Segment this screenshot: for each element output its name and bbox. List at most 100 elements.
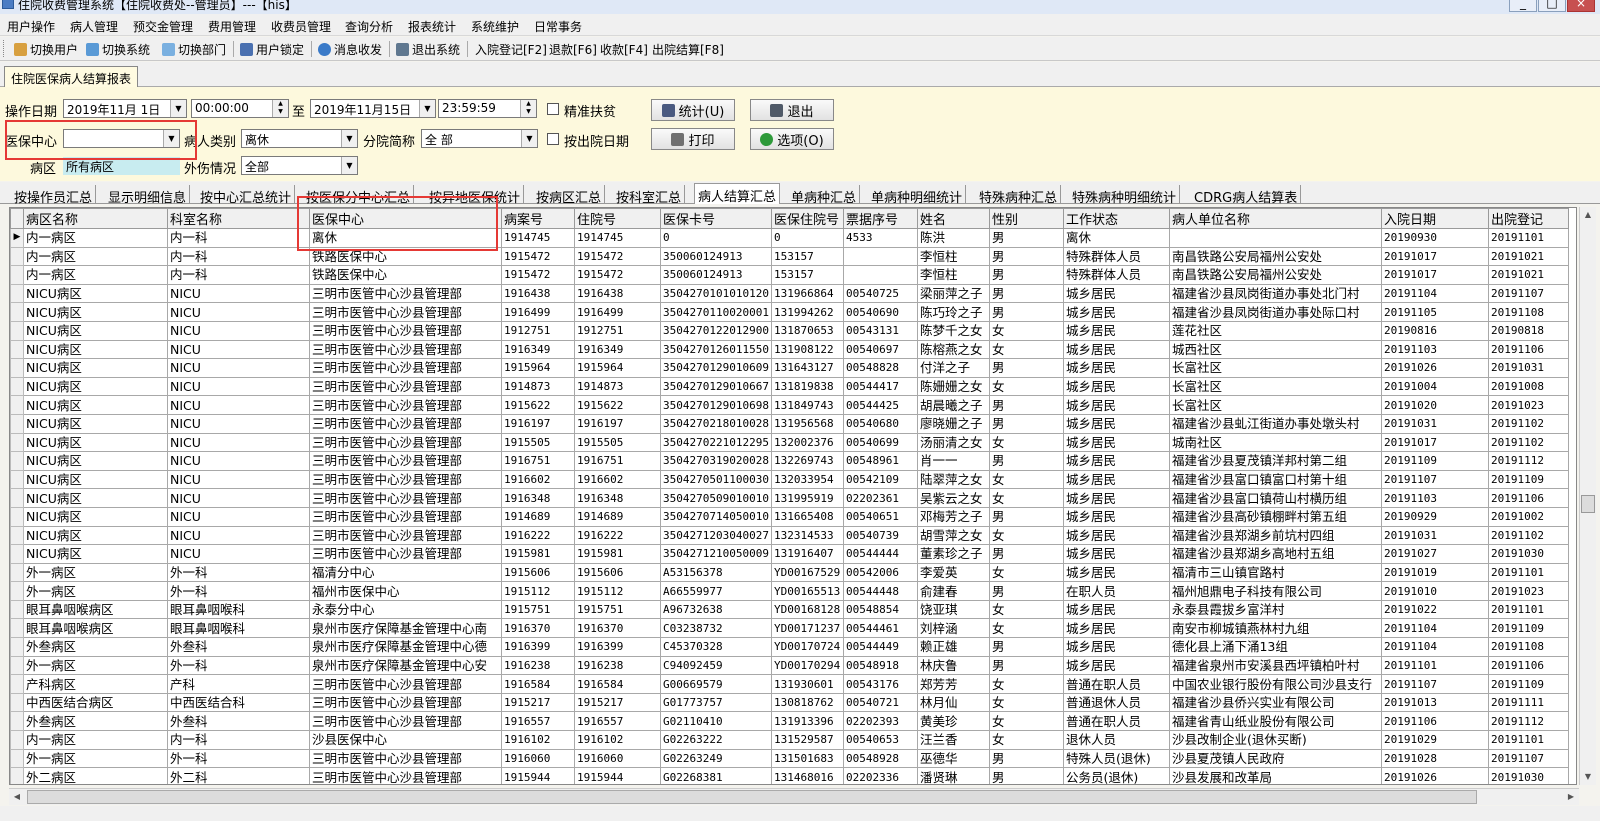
table-cell[interactable]: 1914873 <box>574 376 661 397</box>
table-cell[interactable]: 00548928 <box>842 748 918 769</box>
table-cell[interactable]: 20191101 <box>1487 599 1569 620</box>
table-cell[interactable]: 外叁病区 <box>23 637 168 657</box>
switch-user-button[interactable]: 切换用户 <box>14 41 78 58</box>
table-cell[interactable]: 1915964 <box>501 358 575 378</box>
table-cell[interactable]: 外一病区 <box>23 581 168 601</box>
table-cell[interactable]: 20191108 <box>1487 302 1569 322</box>
table-cell[interactable]: 铁路医保中心 <box>309 265 502 285</box>
table-cell[interactable]: 长富社区 <box>1168 395 1382 415</box>
table-cell[interactable]: 20191010 <box>1380 581 1489 601</box>
table-cell[interactable]: 外一病区 <box>23 655 168 676</box>
table-cell[interactable]: 132033954 <box>770 469 844 490</box>
table-cell[interactable]: 1916370 <box>574 618 661 639</box>
table-cell[interactable]: 城乡居民 <box>1062 339 1170 360</box>
table-cell[interactable]: 1915606 <box>501 562 575 583</box>
subtab-patient-settlement[interactable]: 病人结算汇总 <box>694 183 781 205</box>
table-cell[interactable]: 陈洪 <box>916 228 990 248</box>
table-row[interactable]: 产科病区 产科 三明市医管中心沙县管理部 1916584 1916584 G0066957… <box>10 674 1569 694</box>
table-cell[interactable]: 1915981 <box>501 544 575 564</box>
table-row[interactable]: NICU病区 NICU 三明市医管中心沙县管理部 1912751 1912751 3504… <box>10 320 1569 341</box>
table-cell[interactable]: 永泰县霞拔乡富洋村 <box>1168 599 1382 620</box>
table-cell[interactable]: NICU <box>167 376 310 397</box>
table-row[interactable]: 内一病区 内一科 铁路医保中心 1915472 1915472 350060124913 1… <box>10 246 1569 267</box>
table-cell[interactable]: 20191112 <box>1487 451 1569 471</box>
table-cell[interactable]: 男 <box>988 246 1064 267</box>
table-row[interactable]: NICU病区 NICU 三明市医管中心沙县管理部 1916438 1916438 3504… <box>10 283 1569 304</box>
table-cell[interactable]: 3504270221012295 <box>660 432 772 453</box>
table-cell[interactable]: NICU <box>167 358 310 378</box>
table-cell[interactable]: 1916438 <box>574 283 661 304</box>
table-cell[interactable]: G02268381 <box>660 767 772 784</box>
table-row[interactable]: NICU病区 NICU 三明市医管中心沙县管理部 1916499 1916499 3504… <box>10 302 1569 322</box>
table-cell[interactable]: 20190818 <box>1487 320 1569 341</box>
table-cell[interactable]: 内一科 <box>167 730 310 750</box>
chevron-down-icon[interactable]: ▼ <box>163 130 179 147</box>
table-row[interactable]: NICU病区 NICU 三明市医管中心沙县管理部 1915505 1915505 3504… <box>10 432 1569 453</box>
table-row[interactable]: 外一病区 外一科 福清分中心 1915606 1915606 A53156378 YD001… <box>10 562 1569 583</box>
table-cell[interactable]: 沙县改制企业(退休买断) <box>1168 730 1382 750</box>
table-cell[interactable]: 00540725 <box>842 283 918 304</box>
table-cell[interactable]: NICU <box>167 525 310 546</box>
table-cell[interactable]: 1916060 <box>501 748 575 769</box>
table-cell[interactable]: 20191031 <box>1380 413 1489 434</box>
table-row[interactable]: NICU病区 NICU 三明市医管中心沙县管理部 1914873 1914873 3504… <box>10 376 1569 397</box>
table-cell[interactable]: 福州市医保中心 <box>309 581 502 601</box>
column-header[interactable]: 医保卡号 <box>660 208 772 229</box>
table-cell[interactable]: 男 <box>988 506 1064 527</box>
table-cell[interactable]: 20191104 <box>1380 283 1489 304</box>
table-cell[interactable]: 1916222 <box>501 525 575 546</box>
table-cell[interactable]: 城乡居民 <box>1062 376 1170 397</box>
table-cell[interactable]: NICU <box>167 544 310 564</box>
table-cell[interactable]: 廖晓姗之子 <box>916 413 990 434</box>
table-cell[interactable]: 1915472 <box>574 246 661 267</box>
table-cell[interactable]: NICU病区 <box>23 358 168 378</box>
table-cell[interactable]: 福建省青山纸业股份有限公司 <box>1168 711 1382 732</box>
table-cell[interactable]: 男 <box>988 413 1064 434</box>
table-cell[interactable]: 离休 <box>1062 228 1170 248</box>
table-cell[interactable]: 男 <box>988 767 1064 784</box>
options-button[interactable]: 选项(O) <box>750 128 834 150</box>
table-cell[interactable]: 131501683 <box>770 748 844 769</box>
column-header[interactable]: 票据序号 <box>842 208 918 229</box>
table-cell[interactable]: 南昌铁路公安局福州公安处 <box>1168 265 1382 285</box>
table-cell[interactable]: 20191106 <box>1487 655 1569 676</box>
discharge-settle-button[interactable]: 出院结算[F8] <box>652 41 724 58</box>
table-cell[interactable]: 1915606 <box>574 562 661 583</box>
table-cell[interactable]: 梁丽萍之子 <box>916 283 990 304</box>
time-to-input[interactable]: 23:59:59 ▲ ▼ <box>438 99 537 118</box>
table-cell[interactable]: 20191112 <box>1487 711 1569 732</box>
table-cell[interactable]: 永泰分中心 <box>309 599 502 620</box>
table-cell[interactable]: 20191102 <box>1487 413 1569 434</box>
scroll-down-icon[interactable]: ▼ <box>1580 769 1596 785</box>
table-cell[interactable]: 福建省沙县郑湖乡高地村五组 <box>1168 544 1382 564</box>
table-cell[interactable]: 城乡居民 <box>1062 618 1170 639</box>
table-cell[interactable]: 陈巧玲之子 <box>916 302 990 322</box>
maximize-button[interactable]: □ <box>1538 0 1566 12</box>
table-cell[interactable]: 陈姗姗之女 <box>916 376 990 397</box>
table-cell[interactable]: YD00167529 <box>770 562 844 583</box>
table-cell[interactable]: 福建省沙县夏茂镇洋邦村第二组 <box>1168 451 1382 471</box>
table-cell[interactable]: 陆翠萍之女 <box>916 469 990 490</box>
table-cell[interactable]: NICU <box>167 302 310 322</box>
table-cell[interactable]: 1915472 <box>501 246 575 267</box>
menu-patient[interactable]: 病人管理 <box>70 18 118 35</box>
tab-settlement-report[interactable]: 住院医保病人结算报表 <box>4 66 139 87</box>
table-row[interactable]: 眼耳鼻咽喉病区 眼耳鼻咽喉科 永泰分中心 1915751 1915751 A9673263… <box>10 599 1569 620</box>
table-cell[interactable]: 1916499 <box>574 302 661 322</box>
table-cell[interactable]: 城乡居民 <box>1062 544 1170 564</box>
table-cell[interactable]: 1916060 <box>574 748 661 769</box>
table-cell[interactable]: 1916102 <box>574 730 661 750</box>
table-cell[interactable] <box>842 265 918 285</box>
table-cell[interactable]: NICU <box>167 451 310 471</box>
subtab-remote[interactable]: 按异地医保统计 <box>426 185 525 206</box>
table-cell[interactable]: 潘贤琳 <box>916 767 990 784</box>
table-cell[interactable]: G02263222 <box>660 730 772 750</box>
table-cell[interactable]: 外二科 <box>167 767 310 784</box>
table-cell[interactable]: 1915944 <box>501 767 575 784</box>
table-cell[interactable]: 刘梓涵 <box>916 618 990 639</box>
vertical-scroll-thumb[interactable] <box>1581 495 1595 513</box>
table-cell[interactable]: 131819838 <box>770 376 844 397</box>
table-cell[interactable]: 20191031 <box>1380 525 1489 546</box>
table-cell[interactable]: 1916349 <box>501 339 575 360</box>
table-cell[interactable]: 20191102 <box>1487 525 1569 546</box>
